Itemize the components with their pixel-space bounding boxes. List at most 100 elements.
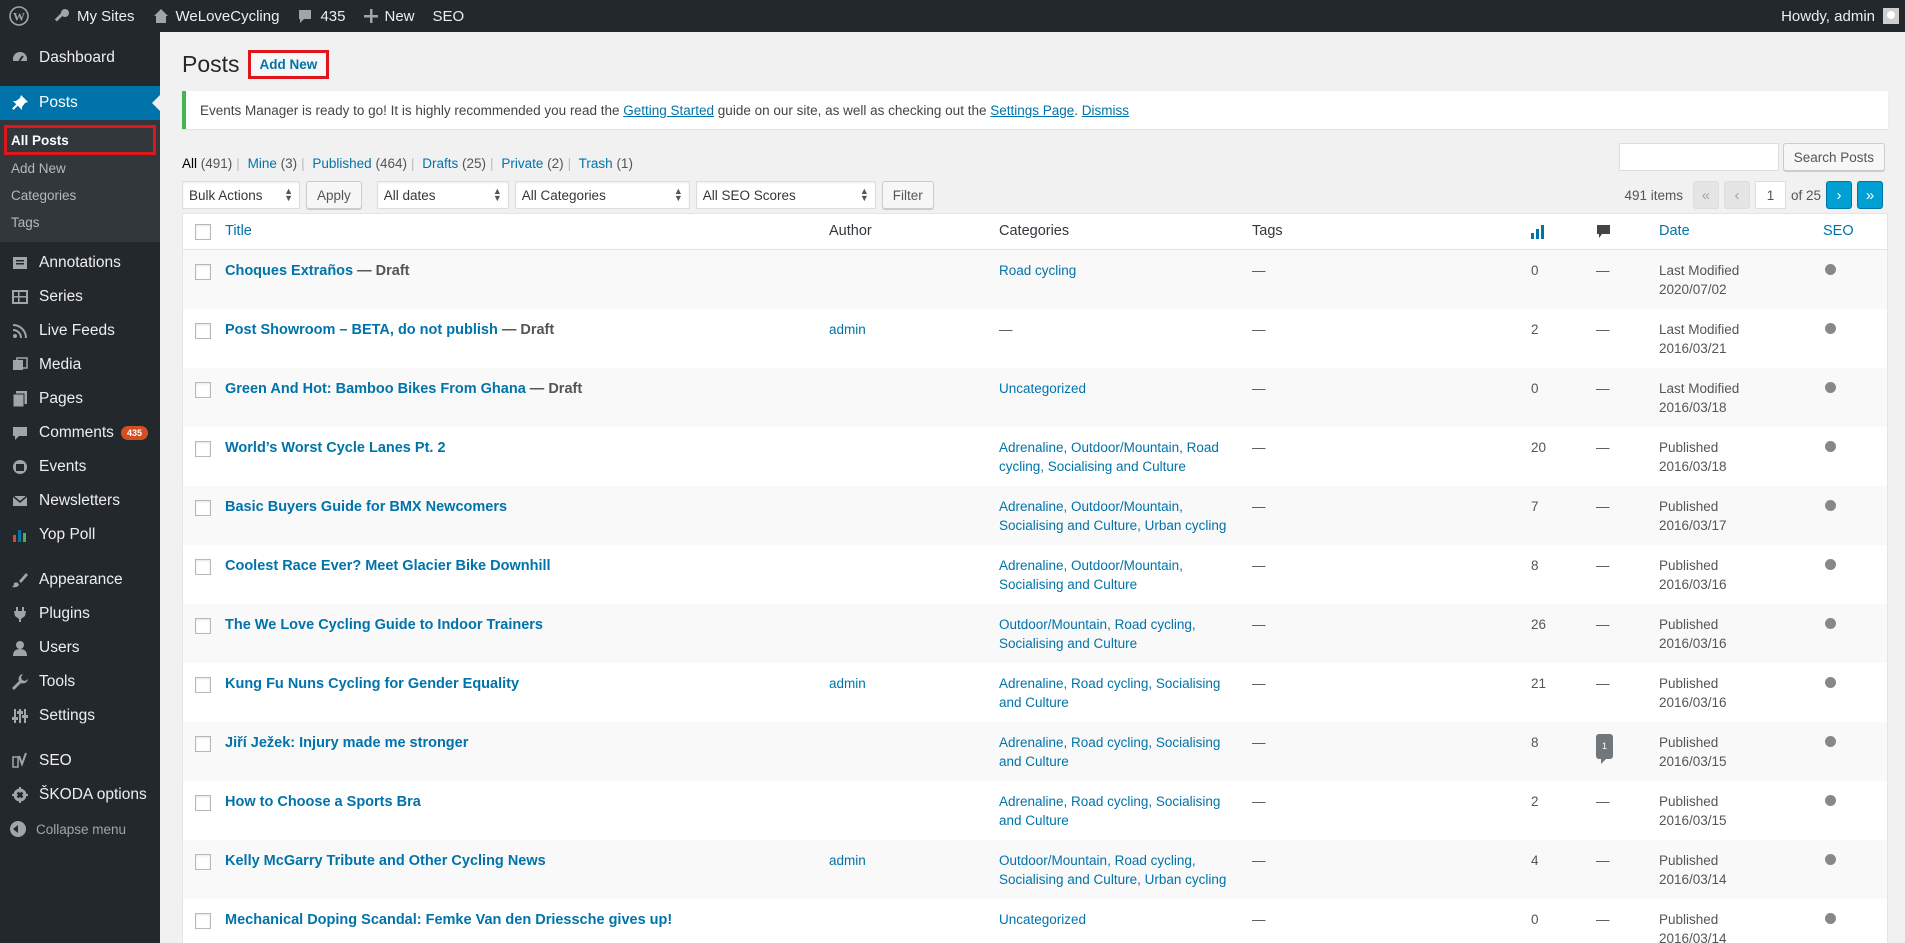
post-title-link[interactable]: Green And Hot: Bamboo Bikes From Ghana (225, 381, 526, 397)
row-checkbox[interactable] (195, 618, 211, 634)
post-title-link[interactable]: World’s Worst Cycle Lanes Pt. 2 (225, 440, 446, 456)
view-mine[interactable]: Mine (3) (248, 156, 298, 171)
row-checkbox[interactable] (195, 382, 211, 398)
menu-seo[interactable]: SEO (0, 744, 160, 778)
site-name-menu[interactable]: WeLoveCycling (144, 0, 289, 32)
categories-line-2[interactable]: Socialising and Culture, Urban cycling (999, 872, 1226, 887)
post-author-link[interactable]: admin (829, 674, 866, 693)
row-checkbox[interactable] (195, 795, 211, 811)
view-all[interactable]: All (491) (182, 156, 232, 171)
menu-users[interactable]: Users (0, 631, 160, 665)
categories-line-1[interactable]: Uncategorized (999, 381, 1086, 396)
submenu-all-posts[interactable]: All Posts (4, 125, 156, 155)
view-published[interactable]: Published (464) (312, 156, 407, 171)
comments-count[interactable]: 1 (1596, 733, 1614, 764)
categories-line-1[interactable]: — (999, 322, 1013, 337)
view-private[interactable]: Private (2) (501, 156, 563, 171)
row-checkbox[interactable] (195, 913, 211, 929)
dismiss-link[interactable]: Dismiss (1082, 103, 1129, 118)
menu-series[interactable]: Series (0, 280, 160, 314)
bulk-actions-select[interactable]: Bulk Actions ▲ ▼ (182, 181, 300, 209)
menu-annotations[interactable]: Annotations (0, 246, 160, 280)
categories-line-1[interactable]: Adrenaline, Outdoor/Mountain, (999, 558, 1183, 573)
categories-line-2[interactable]: cycling, Socialising and Culture (999, 459, 1186, 474)
post-title-link[interactable]: Post Showroom – BETA, do not publish (225, 322, 498, 338)
my-sites-menu[interactable]: My Sites (45, 0, 144, 32)
categories-line-1[interactable]: Adrenaline, Outdoor/Mountain, (999, 499, 1183, 514)
post-title-link[interactable]: Choques Extraños (225, 263, 353, 279)
categories-line-1[interactable]: Adrenaline, Road cycling, Socialising (999, 735, 1220, 750)
menu-newsletters[interactable]: Newsletters (0, 484, 160, 518)
menu-comments[interactable]: Comments 435 (0, 416, 160, 450)
view-drafts[interactable]: Drafts (25) (422, 156, 486, 171)
post-title-link[interactable]: Mechanical Doping Scandal: Femke Van den… (225, 912, 672, 928)
comments-menu[interactable]: 435 (288, 0, 354, 32)
categories-line-1[interactable]: Adrenaline, Road cycling, Socialising (999, 676, 1220, 691)
row-checkbox[interactable] (195, 559, 211, 575)
categories-line-1[interactable]: Adrenaline, Road cycling, Socialising (999, 794, 1220, 809)
settings-page-link[interactable]: Settings Page (990, 103, 1074, 118)
post-title-link[interactable]: Jiří Ježek: Injury made me stronger (225, 735, 468, 751)
menu-media[interactable]: Media (0, 348, 160, 382)
row-checkbox[interactable] (195, 677, 211, 693)
categories-filter-select[interactable]: All Categories ▲ ▼ (514, 181, 690, 209)
categories-line-1[interactable]: Adrenaline, Outdoor/Mountain, Road (999, 440, 1219, 455)
select-all-checkbox[interactable] (195, 224, 211, 240)
post-title-link[interactable]: The We Love Cycling Guide to Indoor Trai… (225, 617, 543, 633)
menu-tools[interactable]: Tools (0, 665, 160, 699)
next-page-button[interactable]: › (1826, 181, 1852, 209)
seo-menu[interactable]: SEO (424, 0, 474, 32)
categories-line-2[interactable]: Socialising and Culture, Urban cycling (999, 518, 1226, 533)
categories-line-1[interactable]: Outdoor/Mountain, Road cycling, (999, 617, 1196, 632)
getting-started-link[interactable]: Getting Started (623, 103, 714, 118)
menu-pages[interactable]: Pages (0, 382, 160, 416)
collapse-menu-button[interactable]: Collapse menu (0, 812, 160, 846)
post-title-link[interactable]: Kung Fu Nuns Cycling for Gender Equality (225, 676, 519, 692)
menu-appearance[interactable]: Appearance (0, 563, 160, 597)
new-content-menu[interactable]: New (355, 0, 424, 32)
row-checkbox[interactable] (195, 500, 211, 516)
comments-column-icon[interactable] (1596, 224, 1611, 245)
row-checkbox[interactable] (195, 323, 211, 339)
menu-skoda-options[interactable]: ŠKODA options (0, 778, 160, 812)
view-trash[interactable]: Trash (1) (579, 156, 633, 171)
menu-plugins[interactable]: Plugins (0, 597, 160, 631)
post-author-link[interactable]: admin (829, 320, 866, 339)
menu-events[interactable]: Events (0, 450, 160, 484)
post-title-link[interactable]: Kelly McGarry Tribute and Other Cycling … (225, 853, 546, 869)
categories-line-2[interactable]: Socialising and Culture (999, 636, 1137, 651)
add-new-button[interactable]: Add New (247, 50, 330, 79)
menu-dashboard[interactable]: Dashboard (0, 41, 160, 75)
row-checkbox[interactable] (195, 854, 211, 870)
menu-live-feeds[interactable]: Live Feeds (0, 314, 160, 348)
submenu-tags[interactable]: Tags (0, 209, 160, 236)
apply-button[interactable]: Apply (306, 181, 362, 209)
row-checkbox[interactable] (195, 264, 211, 280)
comment-count-bubble[interactable]: 1 (1596, 734, 1614, 764)
menu-yop-poll[interactable]: Yop Poll (0, 518, 160, 552)
stats-chart-icon[interactable] (1531, 225, 1545, 245)
last-page-button[interactable]: » (1857, 181, 1883, 209)
column-date-header[interactable]: Date (1659, 222, 1690, 241)
post-author-link[interactable]: admin (829, 851, 866, 870)
my-account-menu[interactable]: Howdy, admin (1772, 0, 1905, 32)
categories-line-1[interactable]: Outdoor/Mountain, Road cycling, (999, 853, 1196, 868)
categories-line-2[interactable]: Socialising and Culture (999, 577, 1137, 592)
dates-filter-select[interactable]: All dates ▲ ▼ (376, 181, 509, 209)
filter-button[interactable]: Filter (881, 181, 934, 209)
categories-line-1[interactable]: Road cycling (999, 263, 1076, 278)
column-seo-header[interactable]: SEO (1823, 222, 1854, 241)
submenu-categories[interactable]: Categories (0, 182, 160, 209)
menu-settings[interactable]: Settings (0, 699, 160, 733)
seo-scores-filter-select[interactable]: All SEO Scores ▲ ▼ (695, 181, 876, 209)
post-title-link[interactable]: Coolest Race Ever? Meet Glacier Bike Dow… (225, 558, 551, 574)
search-posts-button[interactable]: Search Posts (1782, 143, 1885, 171)
current-page-input[interactable]: 1 (1754, 181, 1786, 209)
categories-line-1[interactable]: Uncategorized (999, 912, 1086, 927)
column-title-header[interactable]: Title (225, 222, 805, 241)
categories-line-2[interactable]: and Culture (999, 813, 1069, 828)
row-checkbox[interactable] (195, 736, 211, 752)
wordpress-logo-icon[interactable]: W (0, 0, 45, 32)
categories-line-2[interactable]: and Culture (999, 695, 1069, 710)
row-checkbox[interactable] (195, 441, 211, 457)
